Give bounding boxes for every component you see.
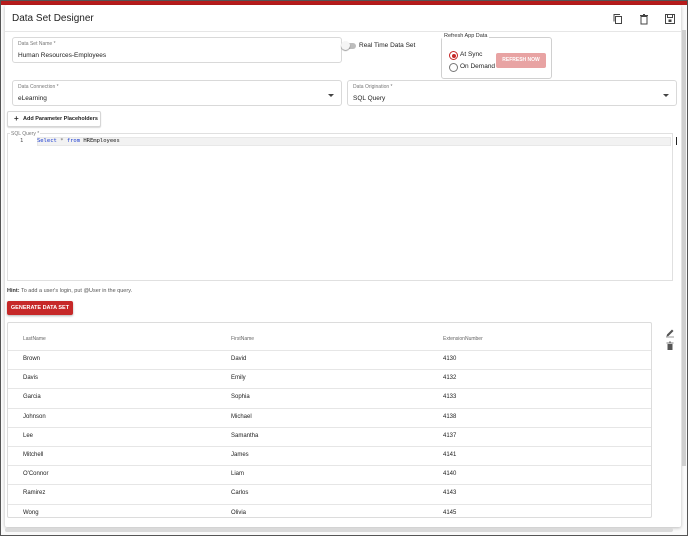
column-header[interactable]: ExtensionNumber bbox=[443, 336, 483, 342]
table-cell: Michael bbox=[231, 413, 252, 420]
radio-at-sync-label: At Sync bbox=[460, 51, 483, 58]
row-divider bbox=[8, 407, 651, 409]
table-cell: 4133 bbox=[443, 394, 457, 401]
table-cell: 4143 bbox=[443, 490, 457, 497]
active-line-highlight bbox=[37, 137, 671, 146]
title-bar: Data Set Designer bbox=[5, 5, 681, 32]
table-cell: 4145 bbox=[443, 509, 457, 516]
add-parameter-placeholders-label: Add Parameter Placeholders bbox=[23, 116, 98, 122]
chevron-down-icon bbox=[663, 94, 669, 97]
column-header[interactable]: LastName bbox=[23, 336, 46, 342]
sql-query-label: SQL Query * bbox=[10, 131, 41, 137]
table-cell: 4132 bbox=[443, 375, 457, 382]
refresh-now-button[interactable]: REFRESH NOW bbox=[496, 53, 546, 68]
data-connection-select[interactable]: Data Connection * eLearning bbox=[12, 80, 342, 106]
sql-query-editor[interactable] bbox=[7, 133, 673, 281]
table-cell: Emily bbox=[231, 375, 246, 382]
delete-icon[interactable] bbox=[638, 13, 650, 25]
copy-icon[interactable] bbox=[612, 13, 624, 25]
table-cell: 4138 bbox=[443, 413, 457, 420]
save-icon[interactable] bbox=[664, 13, 676, 25]
row-divider bbox=[8, 465, 651, 467]
hint-prefix: Hint: bbox=[7, 288, 20, 294]
table-cell: Wong bbox=[23, 509, 39, 516]
page-title: Data Set Designer bbox=[12, 13, 94, 24]
table-cell: 4140 bbox=[443, 471, 457, 478]
real-time-toggle[interactable] bbox=[341, 41, 356, 50]
row-divider bbox=[8, 446, 651, 447]
chevron-down-icon bbox=[328, 94, 334, 97]
row-divider bbox=[8, 350, 651, 351]
radio-on-demand[interactable] bbox=[449, 63, 458, 72]
table-cell: Garcia bbox=[23, 394, 41, 401]
table-cell: Johnson bbox=[23, 413, 46, 420]
data-set-name-label: Data Set Name * bbox=[18, 41, 56, 47]
data-connection-label: Data Connection * bbox=[18, 84, 59, 90]
sql-keyword-select: Select bbox=[37, 138, 57, 144]
add-parameter-placeholders-button[interactable]: + Add Parameter Placeholders bbox=[7, 111, 101, 127]
table-cell: James bbox=[231, 452, 249, 458]
data-connection-value: eLearning bbox=[18, 95, 47, 102]
data-set-name-field[interactable]: Data Set Name * Human Resources-Employee… bbox=[12, 37, 342, 63]
table-cell: Ramirez bbox=[23, 490, 46, 497]
horizontal-scrollbar[interactable] bbox=[5, 528, 673, 532]
line-number: 1 bbox=[20, 138, 24, 144]
table-cell: 4137 bbox=[443, 432, 457, 439]
data-origination-value: SQL Query bbox=[353, 95, 386, 102]
hint-body: To add a user's login, put @User in the … bbox=[20, 288, 133, 294]
table-cell: Carlos bbox=[231, 490, 249, 497]
radio-on-demand-label: On Demand bbox=[460, 63, 496, 70]
text-cursor bbox=[676, 137, 677, 145]
sql-table-name: HREmployees bbox=[83, 138, 120, 144]
data-origination-select[interactable]: Data Origination * SQL Query bbox=[347, 80, 677, 106]
real-time-label: Real Time Data Set bbox=[359, 42, 416, 49]
plus-icon: + bbox=[14, 114, 19, 123]
row-divider bbox=[8, 426, 651, 428]
refresh-app-data-legend: Refresh App Data bbox=[442, 33, 490, 39]
table-cell: Olivia bbox=[231, 509, 247, 516]
table-cell: Mitchell bbox=[23, 452, 44, 458]
sql-code-line[interactable]: Select * from HREmployees bbox=[37, 138, 120, 144]
table-cell: Samantha bbox=[231, 432, 259, 439]
column-header[interactable]: FirstName bbox=[231, 336, 254, 342]
row-divider bbox=[8, 484, 651, 486]
hint-text: Hint: To add a user's login, put @User i… bbox=[7, 288, 132, 294]
data-origination-label: Data Origination * bbox=[353, 84, 393, 90]
result-table: LastName FirstName ExtensionNumber Brown Dav… bbox=[7, 322, 652, 518]
table-cell: O'Connor bbox=[23, 471, 49, 478]
generate-data-set-button[interactable]: GENERATE DATA SET bbox=[7, 301, 73, 315]
vertical-scrollbar[interactable] bbox=[682, 30, 686, 466]
table-cell: Sophia bbox=[231, 394, 250, 401]
row-divider bbox=[8, 388, 651, 390]
radio-at-sync[interactable] bbox=[449, 51, 458, 60]
table-cell: Lee bbox=[23, 432, 34, 439]
table-cell: Liam bbox=[231, 471, 245, 478]
row-divider bbox=[8, 369, 651, 371]
table-cell: 4141 bbox=[443, 452, 457, 458]
table-cell: Davis bbox=[23, 375, 39, 382]
table-cell: Brown bbox=[23, 356, 41, 362]
table-cell: David bbox=[231, 356, 247, 362]
sql-star: * bbox=[60, 138, 64, 144]
delete-icon[interactable] bbox=[665, 341, 675, 351]
data-set-name-value: Human Resources-Employees bbox=[18, 52, 107, 59]
edit-icon[interactable] bbox=[665, 328, 675, 338]
sql-keyword-from: from bbox=[66, 138, 81, 144]
table-cell: 4130 bbox=[443, 356, 457, 362]
toggle-knob bbox=[341, 41, 350, 50]
row-divider bbox=[8, 503, 651, 505]
